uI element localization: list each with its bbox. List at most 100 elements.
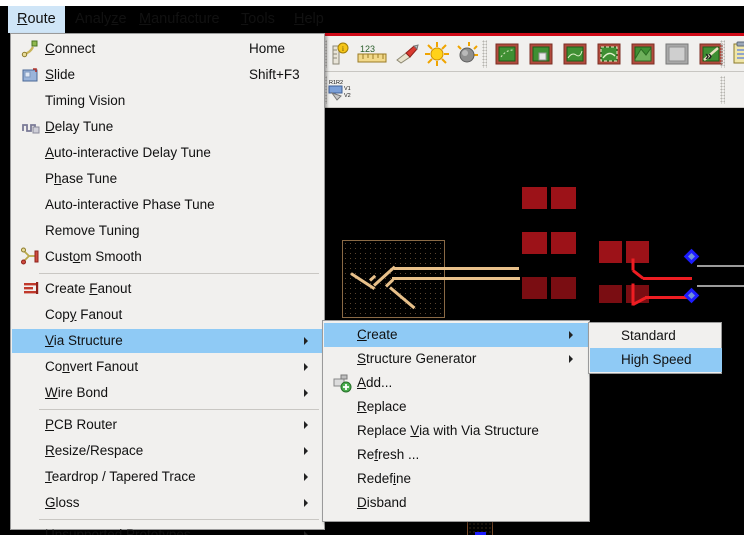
pcb-pad (551, 187, 576, 209)
shape-edit-icon[interactable] (562, 41, 588, 67)
menu-separator (39, 409, 319, 410)
menu-item-auto-interactive-phase-tune[interactable]: Auto-interactive Phase Tune (12, 193, 325, 217)
shape-disabled-icon[interactable] (664, 41, 690, 67)
menu-item-delay-tune[interactable]: Delay Tune (12, 115, 325, 139)
shape-void-icon[interactable] (528, 41, 554, 67)
route-dropdown-menu[interactable]: Connect Home Slide Shift+F3 Timing Visio… (10, 33, 325, 530)
refdes-r1r2-v1v2-icon[interactable]: R1R2 V1 V2 (328, 77, 354, 103)
menu-item-label: Replace Via with Via Structure (357, 419, 539, 443)
menu-item-label: Gloss (45, 491, 80, 515)
trace-segment (394, 267, 454, 270)
menubar-item-analyze[interactable]: Analyze (66, 6, 136, 33)
menu-item-remove-tuning[interactable]: Remove Tuning (12, 219, 325, 243)
menu-item-structure-generator[interactable]: Structure Generator (324, 347, 590, 371)
menu-item-connect[interactable]: Connect Home (12, 37, 325, 61)
menu-item-label: Create Fanout (45, 277, 131, 301)
menu-item-label: Structure Generator (357, 347, 476, 371)
menu-item-label: Resize/Respace (45, 439, 143, 463)
menu-item-high-speed[interactable]: High Speed (590, 348, 722, 372)
menu-item-label: Create (357, 323, 398, 347)
menu-item-refresh[interactable]: Refresh ... (324, 443, 590, 467)
menubar-item-manufacture[interactable]: Manufacture (130, 6, 229, 33)
menu-item-label: Timing Vision (45, 89, 125, 113)
via-structure-submenu[interactable]: Create Structure Generator Add... Replac… (322, 320, 590, 522)
menu-item-copy-fanout[interactable]: Copy Fanout (12, 303, 325, 327)
shape-select-icon[interactable] (596, 41, 622, 67)
menu-item-auto-interactive-delay-tune[interactable]: Auto-interactive Delay Tune (12, 141, 325, 165)
pcb-pad (522, 187, 547, 209)
menu-item-label: Convert Fanout (45, 355, 138, 379)
menu-item-label: Connect (45, 37, 95, 61)
menu-item-label: Slide (45, 63, 75, 87)
menu-item-label: Standard (621, 324, 676, 348)
menu-item-label: Remove Tuning (45, 219, 140, 243)
menubar-label: oute (27, 11, 55, 27)
menu-item-timing-vision[interactable]: Timing Vision (12, 89, 325, 113)
toolbar-overflow-chevron[interactable]: » (705, 48, 712, 63)
connect-icon (21, 39, 41, 59)
trace-segment (697, 265, 744, 267)
menu-item-via-structure[interactable]: Via Structure (12, 329, 325, 353)
main-toolbar[interactable]: i 123 (322, 36, 744, 72)
menu-item-label: Teardrop / Tapered Trace (45, 465, 196, 489)
menu-item-teardrop-tapered-trace[interactable]: Teardrop / Tapered Trace (12, 465, 325, 489)
create-submenu[interactable]: Standard High Speed (588, 322, 722, 374)
menu-item-create-fanout[interactable]: Create Fanout (12, 277, 325, 301)
delay-tune-icon (21, 117, 41, 137)
shape-compose-icon[interactable] (630, 41, 656, 67)
trace-segment (452, 267, 519, 270)
secondary-toolbar[interactable]: R1R2 V1 V2 (322, 72, 744, 108)
menu-item-resize-respace[interactable]: Resize/Respace (12, 439, 325, 463)
via (684, 249, 700, 265)
menu-item-wire-bond[interactable]: Wire Bond (12, 381, 325, 405)
report-icon[interactable] (730, 41, 744, 67)
menu-item-unsupported-prototypes[interactable]: Unsupported Prototypes (12, 523, 325, 535)
sun-icon[interactable] (424, 41, 450, 67)
chevron-right-icon (569, 355, 573, 363)
menubar-item-help[interactable]: Help (285, 6, 333, 33)
chevron-right-icon (304, 473, 308, 481)
menu-item-disband[interactable]: Disband (324, 491, 590, 515)
menu-item-label: Redefine (357, 467, 411, 491)
menu-item-standard[interactable]: Standard (590, 324, 722, 348)
svg-text:V1: V1 (344, 86, 351, 92)
highlight-brush-icon[interactable] (394, 41, 420, 67)
toolbar-separator (720, 40, 725, 68)
menu-item-slide[interactable]: Slide Shift+F3 (12, 63, 325, 87)
shape-add-icon[interactable] (494, 41, 520, 67)
menu-item-custom-smooth[interactable]: Custom Smooth (12, 245, 325, 269)
menu-item-convert-fanout[interactable]: Convert Fanout (12, 355, 325, 379)
measure-icon[interactable]: i (328, 41, 354, 67)
add-structure-icon (332, 373, 352, 393)
menu-item-label: Disband (357, 491, 407, 515)
menubar-item-tools[interactable]: Tools (232, 6, 284, 33)
menubar-item-route[interactable]: Route (8, 6, 65, 33)
menu-item-shortcut: Shift+F3 (249, 63, 300, 87)
chevron-right-icon (304, 363, 308, 371)
menu-item-label: Custom Smooth (45, 245, 142, 269)
menu-item-replace-via-with-via-structure[interactable]: Replace Via with Via Structure (324, 419, 590, 443)
chevron-right-icon (304, 499, 308, 507)
svg-text:i: i (342, 45, 344, 53)
shadow-sun-icon[interactable] (454, 41, 480, 67)
trace-segment (697, 285, 744, 287)
slide-icon (21, 65, 41, 85)
pcb-pad (522, 232, 547, 254)
menu-item-gloss[interactable]: Gloss (12, 491, 325, 515)
menu-item-label: Add... (357, 371, 392, 395)
menu-item-pcb-router[interactable]: PCB Router (12, 413, 325, 437)
pcb-pad (551, 232, 576, 254)
menu-item-redefine[interactable]: Redefine (324, 467, 590, 491)
menu-separator (39, 273, 319, 274)
menu-item-create[interactable]: Create (324, 323, 590, 347)
menu-item-label: PCB Router (45, 413, 117, 437)
create-fanout-icon (21, 279, 41, 299)
menu-item-add[interactable]: Add... (324, 371, 590, 395)
menu-item-shortcut: Home (249, 37, 285, 61)
menu-item-phase-tune[interactable]: Phase Tune (12, 167, 325, 191)
pcb-pad (551, 277, 576, 299)
menu-item-label: Delay Tune (45, 115, 113, 139)
menu-item-replace[interactable]: Replace (324, 395, 590, 419)
menu-item-label: High Speed (621, 348, 692, 372)
dimension-123-icon[interactable]: 123 (356, 41, 390, 67)
